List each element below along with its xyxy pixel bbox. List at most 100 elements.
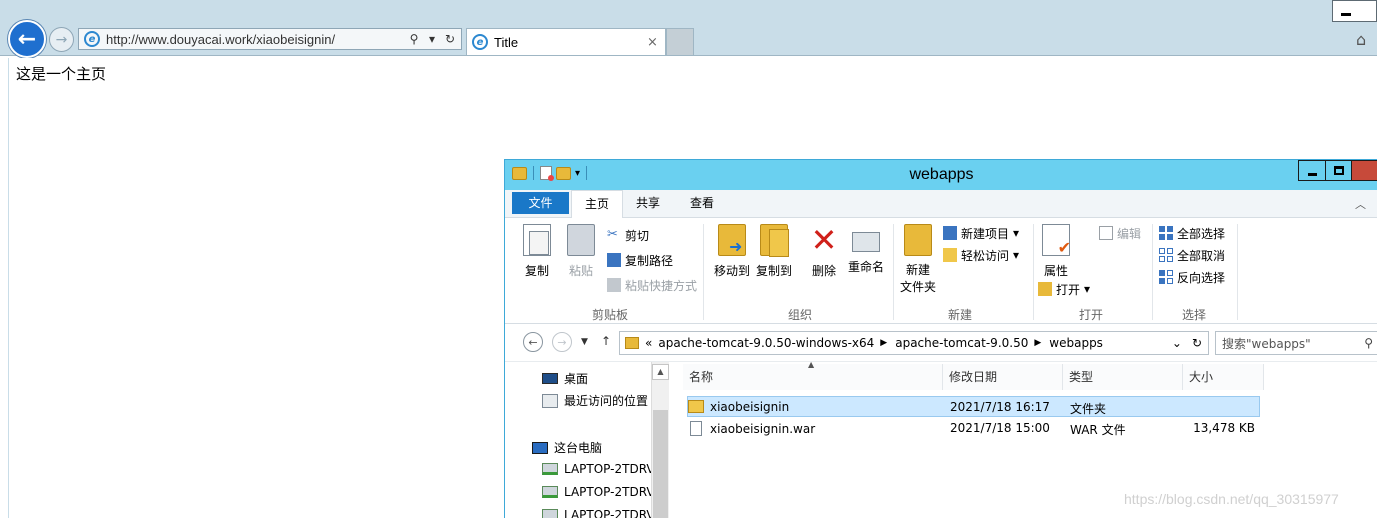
refresh-icon[interactable]: ↻ bbox=[443, 32, 457, 46]
back-arrow-icon[interactable]: ← bbox=[8, 20, 46, 58]
file-row[interactable]: xiaobeisignin 2021/7/18 16:17 文件夹 bbox=[687, 396, 1260, 417]
address-bar[interactable]: e http://www.douyacai.work/xiaobeisignin… bbox=[78, 28, 462, 50]
page-heading: 这是一个主页 bbox=[16, 65, 107, 83]
copy-button[interactable]: 复制 bbox=[519, 224, 555, 279]
invert-selection-button[interactable]: 反向选择 bbox=[1159, 268, 1225, 286]
maximize-button[interactable] bbox=[1359, 0, 1377, 22]
dropdown-icon[interactable]: ▾ bbox=[425, 32, 439, 46]
forward-arrow-icon[interactable]: → bbox=[49, 27, 74, 52]
new-tab-button[interactable] bbox=[666, 28, 694, 55]
group-label-open: 打开 bbox=[1078, 308, 1103, 322]
rename-button[interactable]: 重命名 bbox=[847, 224, 885, 275]
copy-label: 复制 bbox=[524, 264, 549, 278]
network-computer-icon bbox=[542, 509, 558, 518]
copy-to-button[interactable]: 复制到 bbox=[755, 224, 793, 279]
new-folder-label-line2: 文件夹 bbox=[899, 280, 936, 294]
column-header-modified[interactable]: 修改日期 bbox=[943, 364, 1063, 390]
copy-path-label: 复制路径 bbox=[625, 253, 674, 268]
edit-button[interactable]: 编辑 bbox=[1099, 224, 1141, 242]
easy-access-label: 轻松访问 bbox=[961, 248, 1010, 263]
divider bbox=[1152, 224, 1153, 320]
easy-access-button[interactable]: 轻松访问 ▾ bbox=[943, 246, 1019, 264]
scroll-up-icon[interactable]: ▲ bbox=[652, 364, 669, 380]
copy-path-icon bbox=[607, 253, 621, 267]
select-all-icon bbox=[1159, 226, 1173, 240]
explorer-minimize-button[interactable] bbox=[1298, 160, 1326, 181]
explorer-titlebar[interactable]: ▾ webapps bbox=[505, 160, 1377, 190]
new-folder-button[interactable]: 新建 文件夹 bbox=[899, 224, 937, 296]
file-name-cell: xiaobeisignin bbox=[688, 400, 789, 414]
minimize-button[interactable] bbox=[1332, 0, 1360, 22]
column-header-label: 大小 bbox=[1189, 370, 1214, 384]
delete-button[interactable]: ✕ 删除 bbox=[806, 224, 842, 279]
nav-item-label: 最近访问的位置 bbox=[564, 394, 649, 408]
nav-item-recent[interactable]: 最近访问的位置 bbox=[542, 392, 648, 409]
network-computer-icon bbox=[542, 486, 558, 498]
browser-tab[interactable]: e Title × bbox=[466, 28, 666, 55]
tab-home[interactable]: 主页 bbox=[571, 190, 623, 219]
explorer-maximize-button[interactable] bbox=[1326, 160, 1352, 181]
breadcrumb-item[interactable]: apache-tomcat-9.0.50 bbox=[895, 336, 1028, 350]
breadcrumb[interactable]: « apache-tomcat-9.0.50-windows-x64 ▶ apa… bbox=[619, 331, 1209, 355]
nav-item-label: LAPTOP-2TDRV bbox=[564, 508, 655, 518]
explorer-close-button[interactable] bbox=[1352, 160, 1377, 181]
nav-item-this-pc[interactable]: 这台电脑 bbox=[532, 439, 602, 456]
ribbon-tabs: 文件 主页 共享 查看 ︿ bbox=[505, 190, 1377, 219]
explorer-window: ▾ webapps 文件 主页 共享 查看 ︿ 复制 粘贴 ✂ 剪切 复制路径 bbox=[504, 159, 1377, 518]
group-label-select: 选择 bbox=[1181, 308, 1206, 322]
tab-close-icon[interactable]: × bbox=[647, 35, 665, 50]
properties-button[interactable]: 属性 bbox=[1038, 224, 1074, 279]
scrollbar-thumb[interactable] bbox=[653, 410, 668, 518]
forward-arrow-icon[interactable]: → bbox=[552, 332, 572, 352]
nav-item-network[interactable]: LAPTOP-2TDRV bbox=[542, 462, 655, 476]
nav-item-network[interactable]: LAPTOP-2TDRV bbox=[542, 508, 655, 518]
network-computer-icon bbox=[542, 463, 558, 475]
new-folder-icon bbox=[904, 224, 932, 256]
up-arrow-icon[interactable]: ↑ bbox=[601, 334, 611, 348]
select-none-button[interactable]: 全部取消 bbox=[1159, 246, 1225, 264]
breadcrumb-item[interactable]: apache-tomcat-9.0.50-windows-x64 bbox=[658, 336, 874, 350]
address-row: ← → ▼ ↑ « apache-tomcat-9.0.50-windows-x… bbox=[505, 324, 1377, 362]
chevron-right-icon[interactable]: ▶ bbox=[880, 338, 887, 348]
search-input[interactable]: 搜索"webapps" ⚲ bbox=[1215, 331, 1377, 355]
chevron-up-icon[interactable]: ︿ bbox=[1355, 196, 1366, 212]
search-icon[interactable]: ⚲ bbox=[407, 32, 421, 46]
copy-path-button[interactable]: 复制路径 bbox=[607, 251, 673, 269]
breadcrumb-overflow[interactable]: « bbox=[645, 336, 652, 350]
paste-shortcut-button[interactable]: 粘贴快捷方式 bbox=[607, 276, 697, 294]
tab-file[interactable]: 文件 bbox=[512, 192, 569, 214]
open-button[interactable]: 打开 ▾ bbox=[1038, 280, 1090, 298]
rename-icon bbox=[852, 232, 880, 252]
home-icon[interactable]: ⌂ bbox=[1356, 30, 1366, 49]
tab-view[interactable]: 查看 bbox=[681, 190, 723, 218]
new-item-button[interactable]: 新建项目 ▾ bbox=[943, 224, 1019, 242]
file-row[interactable]: xiaobeisignin.war 2021/7/18 15:00 WAR 文件… bbox=[687, 418, 1260, 439]
select-none-icon bbox=[1159, 248, 1173, 262]
nav-item-desktop[interactable]: 桌面 bbox=[542, 370, 588, 387]
tab-share[interactable]: 共享 bbox=[627, 190, 669, 218]
properties-icon bbox=[1042, 224, 1071, 257]
paste-label: 粘贴 bbox=[568, 264, 593, 278]
refresh-icon[interactable]: ↻ bbox=[1192, 336, 1202, 350]
group-label-organize: 组织 bbox=[787, 308, 812, 322]
file-type: WAR 文件 bbox=[1070, 423, 1126, 437]
recent-locations-dropdown-icon[interactable]: ▼ bbox=[581, 337, 588, 347]
select-all-button[interactable]: 全部选择 bbox=[1159, 224, 1225, 242]
url-text[interactable]: http://www.douyacai.work/xiaobeisignin/ bbox=[106, 32, 407, 47]
move-to-label: 移动到 bbox=[713, 264, 750, 278]
chevron-right-icon[interactable]: ▶ bbox=[1034, 338, 1041, 348]
nav-item-network[interactable]: LAPTOP-2TDRV bbox=[542, 485, 655, 499]
paste-button[interactable]: 粘贴 bbox=[563, 224, 599, 279]
search-icon[interactable]: ⚲ bbox=[1364, 336, 1373, 350]
nav-pane-scrollbar[interactable]: ▲ bbox=[651, 362, 669, 518]
back-arrow-icon[interactable]: ← bbox=[523, 332, 543, 352]
desktop-icon bbox=[542, 373, 558, 384]
move-to-button[interactable]: 移动到 bbox=[713, 224, 751, 279]
copy-to-label: 复制到 bbox=[755, 264, 792, 278]
column-header-size[interactable]: 大小 bbox=[1183, 364, 1264, 390]
cut-button[interactable]: ✂ 剪切 bbox=[607, 226, 649, 244]
chevron-down-icon[interactable]: ⌄ bbox=[1172, 336, 1182, 350]
breadcrumb-item[interactable]: webapps bbox=[1049, 336, 1103, 350]
column-header-type[interactable]: 类型 bbox=[1063, 364, 1183, 390]
watermark: https://blog.csdn.net/qq_30315977 bbox=[1124, 491, 1339, 507]
